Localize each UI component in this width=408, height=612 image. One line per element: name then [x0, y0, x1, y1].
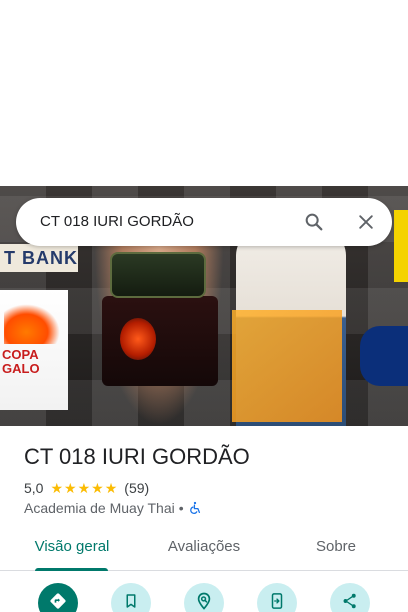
- search-query-text[interactable]: CT 018 IURI GORDÃO: [40, 198, 194, 246]
- star-icon: ★: [104, 480, 118, 496]
- share-button[interactable]: [330, 583, 370, 612]
- bookmark-icon: [122, 592, 140, 612]
- star-icon: ★: [64, 480, 77, 496]
- rating-value: 5,0: [24, 480, 44, 496]
- rating-row[interactable]: 5,0 ★ ★ ★ ★ ★ (59): [24, 479, 149, 497]
- photo-yellow-sign: [394, 210, 408, 282]
- review-count[interactable]: (59): [124, 480, 149, 496]
- send-to-phone-button[interactable]: [257, 583, 297, 612]
- place-category[interactable]: Academia de Muay Thai: [24, 500, 175, 516]
- nearby-button[interactable]: [184, 583, 224, 612]
- place-title: CT 018 IURI GORDÃO: [24, 444, 250, 469]
- star-icon: ★: [91, 480, 104, 496]
- tab-about[interactable]: Sobre: [286, 527, 386, 571]
- photo-fighter-shorts: [102, 296, 218, 386]
- photo-shorts-logo: [120, 318, 156, 360]
- search-icon[interactable]: [300, 208, 328, 236]
- nearby-icon: [194, 591, 214, 612]
- photo-poster-text: COPA GALO: [2, 347, 40, 376]
- share-icon: [341, 592, 359, 612]
- save-button[interactable]: [111, 583, 151, 612]
- separator-dot: •: [178, 500, 184, 516]
- photo-championship-belt: [110, 252, 206, 298]
- directions-icon: [48, 591, 68, 612]
- tab-reviews[interactable]: Avaliações: [154, 527, 254, 571]
- search-bar[interactable]: CT 018 IURI GORDÃO: [16, 198, 392, 246]
- place-tabs: Visão geral Avaliações Sobre: [0, 527, 408, 571]
- photo-backdrop-sign: T BANK: [0, 244, 78, 272]
- photo-event-poster: COPA GALO: [0, 290, 68, 410]
- map-blank-area: [0, 0, 408, 186]
- wheelchair-accessible-icon[interactable]: [188, 501, 202, 515]
- close-icon[interactable]: [352, 208, 380, 236]
- send-to-phone-icon: [268, 592, 286, 612]
- active-tab-indicator: [35, 568, 108, 571]
- tab-overview[interactable]: Visão geral: [22, 527, 122, 571]
- star-icon: ★: [50, 480, 64, 496]
- photo-sign-right: [232, 310, 342, 422]
- star-icon: ★: [77, 480, 91, 496]
- photo-flame-graphic: [4, 304, 60, 344]
- directions-button[interactable]: [38, 583, 78, 612]
- category-row: Academia de Muay Thai •: [24, 499, 202, 517]
- action-buttons: [0, 583, 408, 612]
- rating-stars: ★ ★ ★ ★ ★: [50, 481, 118, 495]
- photo-blue-logo: [360, 326, 408, 386]
